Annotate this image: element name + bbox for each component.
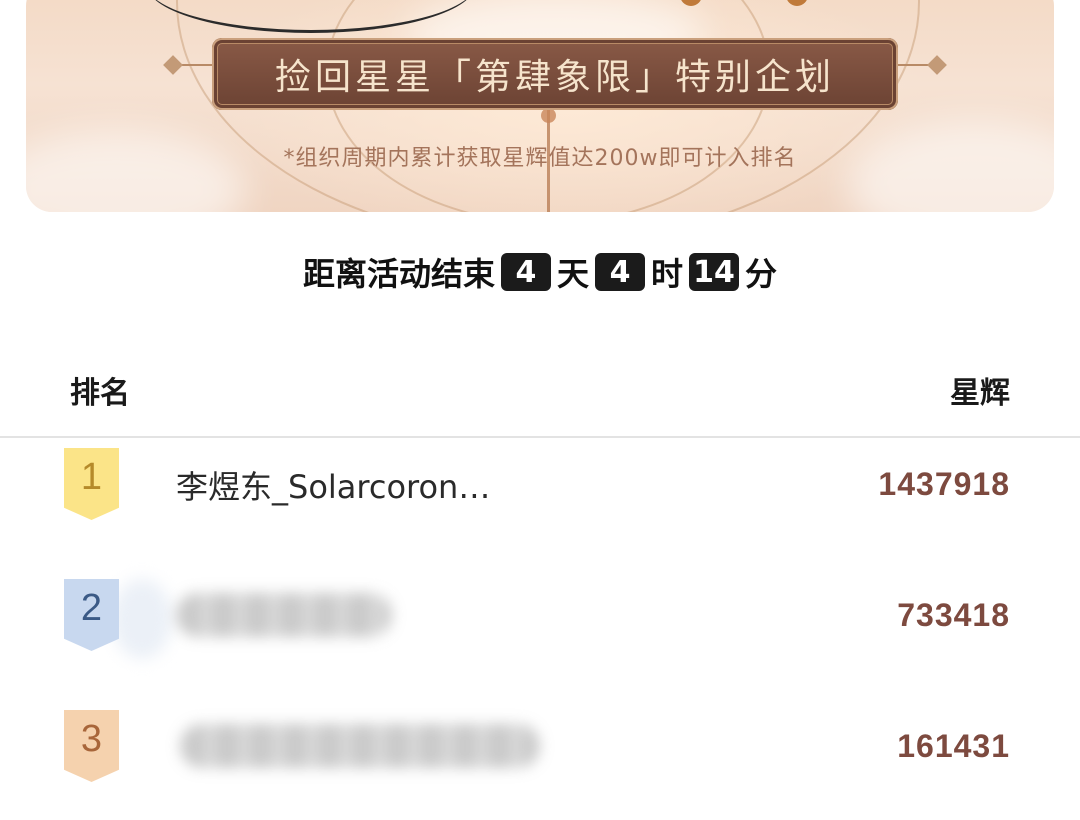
leaderboard-row[interactable]: 1 李煜东_Solarcoron… 1437918	[0, 448, 1080, 532]
banner-title-plate: 捡回星星「第肆象限」特别企划	[212, 38, 898, 110]
leaderboard-row[interactable]: 2 733418	[0, 579, 1080, 663]
rank-number: 1	[80, 456, 103, 498]
rank-badge-bronze: 3	[64, 710, 119, 782]
countdown: 距离活动结束 4 天 4 时 14 分	[0, 250, 1080, 294]
leaderboard-row[interactable]: 3 161431	[0, 710, 1080, 794]
scepter-knob	[541, 108, 556, 123]
leaderboard-header: 排名 星辉	[0, 360, 1080, 416]
rank-number: 3	[80, 718, 103, 760]
rank-number: 2	[80, 587, 103, 629]
plate-ornament	[927, 55, 947, 75]
rank-badge-gold: 1	[64, 448, 119, 520]
banner-title: 捡回星星「第肆象限」特别企划	[274, 57, 835, 98]
countdown-hours: 4	[595, 253, 645, 291]
countdown-hours-unit: 时	[651, 255, 684, 293]
countdown-minutes: 14	[689, 253, 740, 291]
player-name-blurred	[180, 724, 540, 768]
countdown-minutes-unit: 分	[745, 255, 778, 293]
player-score: 161431	[897, 728, 1010, 764]
countdown-label: 距离活动结束	[302, 255, 495, 293]
plate-ornament	[163, 55, 183, 75]
player-name: 李煜东_Solarcoron…	[176, 468, 491, 506]
score-column-header: 星辉	[950, 376, 1010, 411]
countdown-days: 4	[500, 253, 551, 291]
player-score: 733418	[897, 597, 1010, 633]
player-score: 1437918	[878, 466, 1010, 502]
avatar-halo	[112, 579, 172, 659]
rank-column-header: 排名	[70, 376, 130, 411]
rank-badge-silver: 2	[64, 579, 119, 651]
countdown-days-unit: 天	[556, 255, 589, 293]
player-name-blurred	[176, 593, 392, 637]
header-divider	[0, 436, 1080, 438]
banner-subtitle: *组织周期内累计获取星辉值达200w即可计入排名	[283, 146, 797, 171]
event-banner: 捡回星星「第肆象限」特别企划 *组织周期内累计获取星辉值达200w即可计入排名	[26, 0, 1054, 212]
